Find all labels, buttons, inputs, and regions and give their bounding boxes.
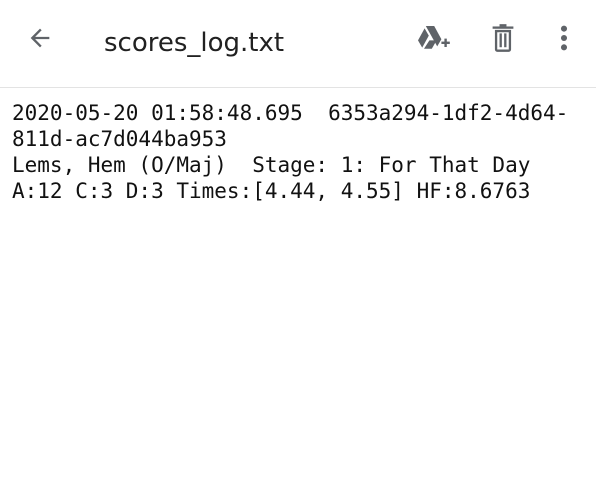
text-viewer-screen: scores_log.txt 2020-05-20 01:58:48.695 6… — [0, 0, 596, 498]
back-button[interactable] — [12, 12, 68, 64]
delete-button[interactable] — [475, 12, 531, 64]
text-line: 2020-05-20 01:58:48.695 6353a294-1df2-4d… — [12, 101, 569, 125]
file-title: scores_log.txt — [104, 28, 285, 58]
more-vert-icon — [560, 25, 568, 51]
text-line: A:12 C:3 D:3 Times:[4.44, 4.55] HF:8.676… — [12, 179, 531, 203]
trash-icon — [492, 24, 514, 52]
arrow-back-icon — [30, 28, 50, 48]
text-line: Lems, Hem (O/Maj) Stage: 1: For That Day — [12, 153, 531, 177]
add-to-drive-icon — [418, 26, 450, 49]
more-options-button[interactable] — [536, 12, 592, 64]
add-to-drive-button[interactable] — [405, 12, 461, 64]
text-line: 811d-ac7d044ba953 — [12, 127, 227, 151]
file-content: 2020-05-20 01:58:48.695 6353a294-1df2-4d… — [12, 100, 586, 204]
app-toolbar: scores_log.txt — [0, 0, 596, 88]
